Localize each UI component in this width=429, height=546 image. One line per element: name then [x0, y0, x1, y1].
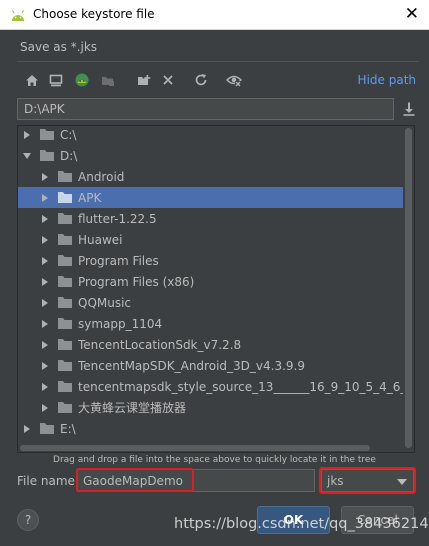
- folder-icon: [58, 318, 72, 329]
- chevron-right-icon[interactable]: [40, 403, 50, 413]
- project-icon[interactable]: [72, 70, 92, 90]
- tree-item-label: Huawei: [78, 232, 123, 247]
- help-button[interactable]: ?: [17, 509, 39, 531]
- chevron-right-icon[interactable]: [40, 340, 50, 350]
- tree-item-label: 大黄蜂云课堂播放器: [78, 401, 187, 415]
- tree-item-label: Program Files (x86): [78, 274, 195, 289]
- tree-item[interactable]: APK: [18, 187, 404, 208]
- chevron-right-icon[interactable]: [40, 319, 50, 329]
- tree-item[interactable]: C:\: [18, 126, 404, 145]
- extension-value: jks: [327, 474, 344, 488]
- folder-icon: [58, 213, 72, 224]
- folder-icon: [58, 234, 72, 245]
- path-row: [17, 98, 419, 120]
- horizontal-scrollbar[interactable]: [18, 444, 404, 452]
- chevron-right-icon[interactable]: [40, 172, 50, 182]
- tree-item[interactable]: Program Files: [18, 250, 404, 271]
- tree-item-label: QQMusic: [78, 295, 132, 310]
- folder-icon: [58, 255, 72, 266]
- tree-item[interactable]: TencentLocationSdk_v7.2.8: [18, 334, 404, 355]
- download-icon[interactable]: [401, 101, 417, 117]
- scrollbar-thumb[interactable]: [405, 128, 412, 448]
- tree-item[interactable]: TencentMapSDK_Android_3D_v4.3.9.9: [18, 355, 404, 376]
- drag-drop-hint: Drag and drop a file into the space abov…: [53, 455, 376, 465]
- chevron-right-icon[interactable]: [40, 277, 50, 287]
- vertical-scrollbar[interactable]: [403, 126, 414, 452]
- chevron-right-icon[interactable]: [40, 298, 50, 308]
- folder-icon: [58, 171, 72, 182]
- home-icon[interactable]: [22, 70, 42, 90]
- chevron-down-icon: [397, 479, 407, 485]
- drive-icon: [40, 423, 54, 434]
- folder-icon: [58, 402, 72, 413]
- desktop-icon[interactable]: [46, 70, 66, 90]
- tree-item-label: Android: [78, 169, 125, 184]
- tree-item[interactable]: flutter-1.22.5: [18, 208, 404, 229]
- tree-item-label: flutter-1.22.5: [78, 211, 157, 226]
- drive-icon: [40, 129, 54, 140]
- delete-icon[interactable]: [158, 70, 178, 90]
- folder-icon: [58, 276, 72, 287]
- android-icon: [11, 10, 25, 21]
- dialog-description: Save as *.jks: [20, 40, 98, 54]
- tree-item-label: TencentMapSDK_Android_3D_v4.3.9.9: [78, 358, 305, 373]
- chevron-right-icon[interactable]: [40, 256, 50, 266]
- path-input[interactable]: [17, 98, 394, 120]
- chevron-down-icon[interactable]: [22, 151, 32, 161]
- tree-item-label: E:\: [60, 421, 76, 436]
- folder-icon: [58, 339, 72, 350]
- chevron-right-icon[interactable]: [22, 424, 32, 434]
- tree-item[interactable]: symapp_1104: [18, 313, 404, 334]
- folder-icon: [58, 297, 72, 308]
- tree-item[interactable]: Huawei: [18, 229, 404, 250]
- extension-select[interactable]: jks: [321, 469, 414, 492]
- file-name-input[interactable]: [77, 469, 315, 492]
- window-title: Choose keystore file: [33, 7, 155, 21]
- tree-item-label: APK: [78, 190, 102, 205]
- tree-item[interactable]: Program Files (x86): [18, 271, 404, 292]
- chevron-right-icon[interactable]: [40, 235, 50, 245]
- scrollbar-thumb[interactable]: [20, 445, 370, 451]
- tree-item[interactable]: D:\: [18, 145, 404, 166]
- close-icon[interactable]: ✕: [405, 5, 419, 23]
- title-bar: Choose keystore file ✕: [0, 0, 429, 30]
- tree-item-label: tencentmapsdk_style_source_13______16_9_…: [78, 379, 415, 394]
- tree-item-label: D:\: [60, 148, 78, 163]
- tree-item[interactable]: Android: [18, 166, 404, 187]
- chevron-right-icon[interactable]: [40, 193, 50, 203]
- folder-icon: [58, 192, 72, 203]
- tree-item-label: TencentLocationSdk_v7.2.8: [78, 337, 242, 352]
- tree-item-label: C:\: [60, 127, 77, 142]
- refresh-icon[interactable]: [191, 70, 211, 90]
- tree-item[interactable]: E:\: [18, 418, 404, 439]
- ok-button[interactable]: OK: [257, 506, 330, 534]
- chevron-right-icon[interactable]: [40, 361, 50, 371]
- toolbar: Hide path: [20, 70, 420, 92]
- file-name-label: File name:: [17, 474, 79, 488]
- show-hidden-icon[interactable]: [224, 70, 244, 90]
- cancel-button[interactable]: Cancel: [341, 506, 414, 534]
- file-tree[interactable]: C:\ D:\ Android APK flutter-1.22.5 Huawei Prog…: [17, 125, 415, 453]
- new-folder-icon[interactable]: [134, 70, 154, 90]
- chevron-right-icon[interactable]: [40, 382, 50, 392]
- hide-path-link[interactable]: Hide path: [358, 73, 416, 87]
- folder-icon: [58, 381, 72, 392]
- tree-item[interactable]: 大黄蜂云课堂播放器: [18, 397, 404, 418]
- chevron-right-icon[interactable]: [40, 214, 50, 224]
- tree-item-label: symapp_1104: [78, 316, 163, 331]
- divider: [17, 61, 419, 62]
- drive-icon: [40, 150, 54, 161]
- tree-item[interactable]: tencentmapsdk_style_source_13______16_9_…: [18, 376, 414, 397]
- folder-icon: [58, 360, 72, 371]
- chevron-right-icon[interactable]: [22, 130, 32, 140]
- module-icon[interactable]: [98, 70, 118, 90]
- tree-item[interactable]: QQMusic: [18, 292, 404, 313]
- tree-item-label: Program Files: [78, 253, 159, 268]
